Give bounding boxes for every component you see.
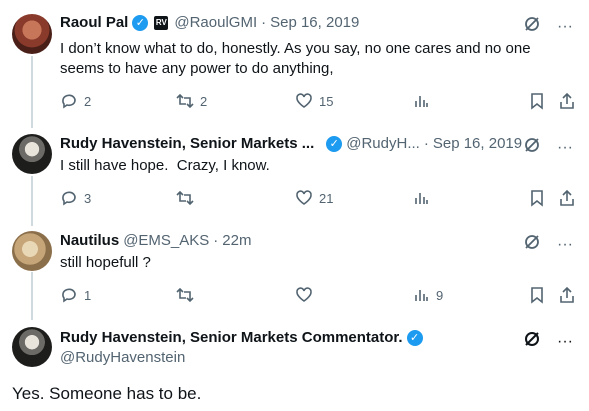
retweet-button[interactable] (176, 286, 200, 304)
reply-icon (62, 94, 76, 109)
bookmark-button[interactable] (528, 92, 546, 110)
author-handle[interactable]: @EMS_AKS (123, 232, 209, 249)
tweet-date[interactable]: Sep 16, 2019 (270, 14, 359, 31)
retweet-button[interactable]: 2 (176, 92, 207, 110)
views-count: 9 (436, 287, 444, 303)
avatar[interactable] (12, 134, 52, 174)
reply-icon (62, 191, 76, 206)
bookmark-icon (531, 190, 543, 207)
retweet-icon (176, 93, 194, 109)
tweet-text: I don’t know what to do, honestly. As yo… (60, 40, 531, 77)
share-button[interactable] (558, 189, 576, 207)
affiliate-badge-icon[interactable]: RV (154, 15, 169, 30)
avatar[interactable] (12, 231, 52, 271)
bookmark-icon (531, 287, 543, 304)
views-icon (415, 193, 428, 204)
views-button[interactable] (412, 92, 436, 110)
separator: · (213, 232, 219, 249)
grok-icon[interactable] (523, 15, 541, 38)
like-count: 15 (319, 93, 334, 109)
bookmark-icon (531, 93, 543, 110)
tweet-header: Raoul Pal ✓ RV @RaoulGMI · Sep 16, 2019 (60, 14, 359, 31)
reply-button[interactable]: 2 (60, 92, 91, 110)
share-button[interactable] (558, 92, 576, 110)
tweet-header: Nautilus @EMS_AKS · 22m (60, 232, 251, 249)
retweet-count: 2 (200, 93, 208, 109)
thread-line (31, 56, 33, 128)
tweet-top-icons: ··· (523, 330, 573, 353)
like-button[interactable] (295, 286, 319, 304)
more-icon[interactable]: ··· (557, 18, 573, 36)
separator: · (423, 135, 429, 152)
reply-button[interactable]: 1 (60, 286, 91, 304)
tweet-top-icons: ··· (523, 15, 573, 38)
avatar[interactable] (12, 327, 52, 367)
retweet-icon (176, 287, 194, 303)
retweet-button[interactable] (176, 189, 200, 207)
reply-count: 3 (84, 190, 92, 206)
views-button[interactable]: 9 (412, 286, 443, 304)
thread-line (31, 176, 33, 226)
author-handle[interactable]: @RudyHavenstein (60, 349, 185, 366)
author-handle[interactable]: @RudyH... (346, 135, 420, 152)
like-button[interactable]: 21 (295, 189, 333, 207)
thread-line (31, 272, 33, 320)
avatar[interactable] (12, 14, 52, 54)
like-count: 21 (319, 190, 334, 206)
tweet-actions: 2 2 15 (60, 92, 576, 112)
verified-badge-icon: ✓ (406, 329, 423, 346)
share-icon (560, 189, 574, 206)
bookmark-button[interactable] (528, 286, 546, 304)
tweet-text: still hopefull ? (60, 254, 151, 271)
heart-icon (296, 287, 312, 302)
more-icon[interactable]: ··· (557, 236, 573, 254)
views-icon (415, 290, 428, 301)
reply-count: 2 (84, 93, 92, 109)
reply-icon (62, 288, 76, 303)
retweet-icon (176, 190, 194, 206)
author-name[interactable]: Raoul Pal (60, 14, 128, 31)
tweet-actions: 1 9 (60, 286, 576, 306)
verified-badge-icon: ✓ (326, 135, 343, 152)
views-icon (415, 96, 428, 107)
reply-count: 1 (84, 287, 92, 303)
heart-icon (296, 190, 312, 205)
author-handle[interactable]: @RaoulGMI (174, 14, 257, 31)
share-button[interactable] (558, 286, 576, 304)
heart-icon (296, 93, 312, 108)
main-tweet-handle-row: @RudyHavenstein (60, 349, 185, 366)
share-icon (560, 286, 574, 303)
main-tweet-author: Rudy Havenstein, Senior Markets Commenta… (60, 329, 423, 346)
verified-badge-icon: ✓ (132, 14, 149, 31)
reply-button[interactable]: 3 (60, 189, 91, 207)
author-name[interactable]: Rudy Havenstein, Senior Markets ... (60, 135, 314, 152)
bookmark-button[interactable] (528, 189, 546, 207)
views-button[interactable] (412, 189, 436, 207)
tweet-actions: 3 21 (60, 189, 576, 209)
author-name[interactable]: Rudy Havenstein, Senior Markets Commenta… (60, 329, 403, 346)
tweet-text: I still have hope. Crazy, I know. (60, 157, 270, 174)
like-button[interactable]: 15 (295, 92, 333, 110)
tweet-date[interactable]: 22m (222, 232, 251, 249)
tweet-header: Rudy Havenstein, Senior Markets ... ✓ @R… (60, 135, 522, 152)
separator: · (261, 14, 267, 31)
grok-icon[interactable] (523, 330, 541, 353)
more-icon[interactable]: ··· (557, 333, 573, 351)
tweet-date[interactable]: Sep 16, 2019 (433, 135, 522, 152)
share-icon (560, 92, 574, 109)
more-icon[interactable]: ··· (557, 139, 573, 157)
main-tweet-text: Yes. Someone has to be. (12, 384, 202, 403)
author-name[interactable]: Nautilus (60, 232, 119, 249)
